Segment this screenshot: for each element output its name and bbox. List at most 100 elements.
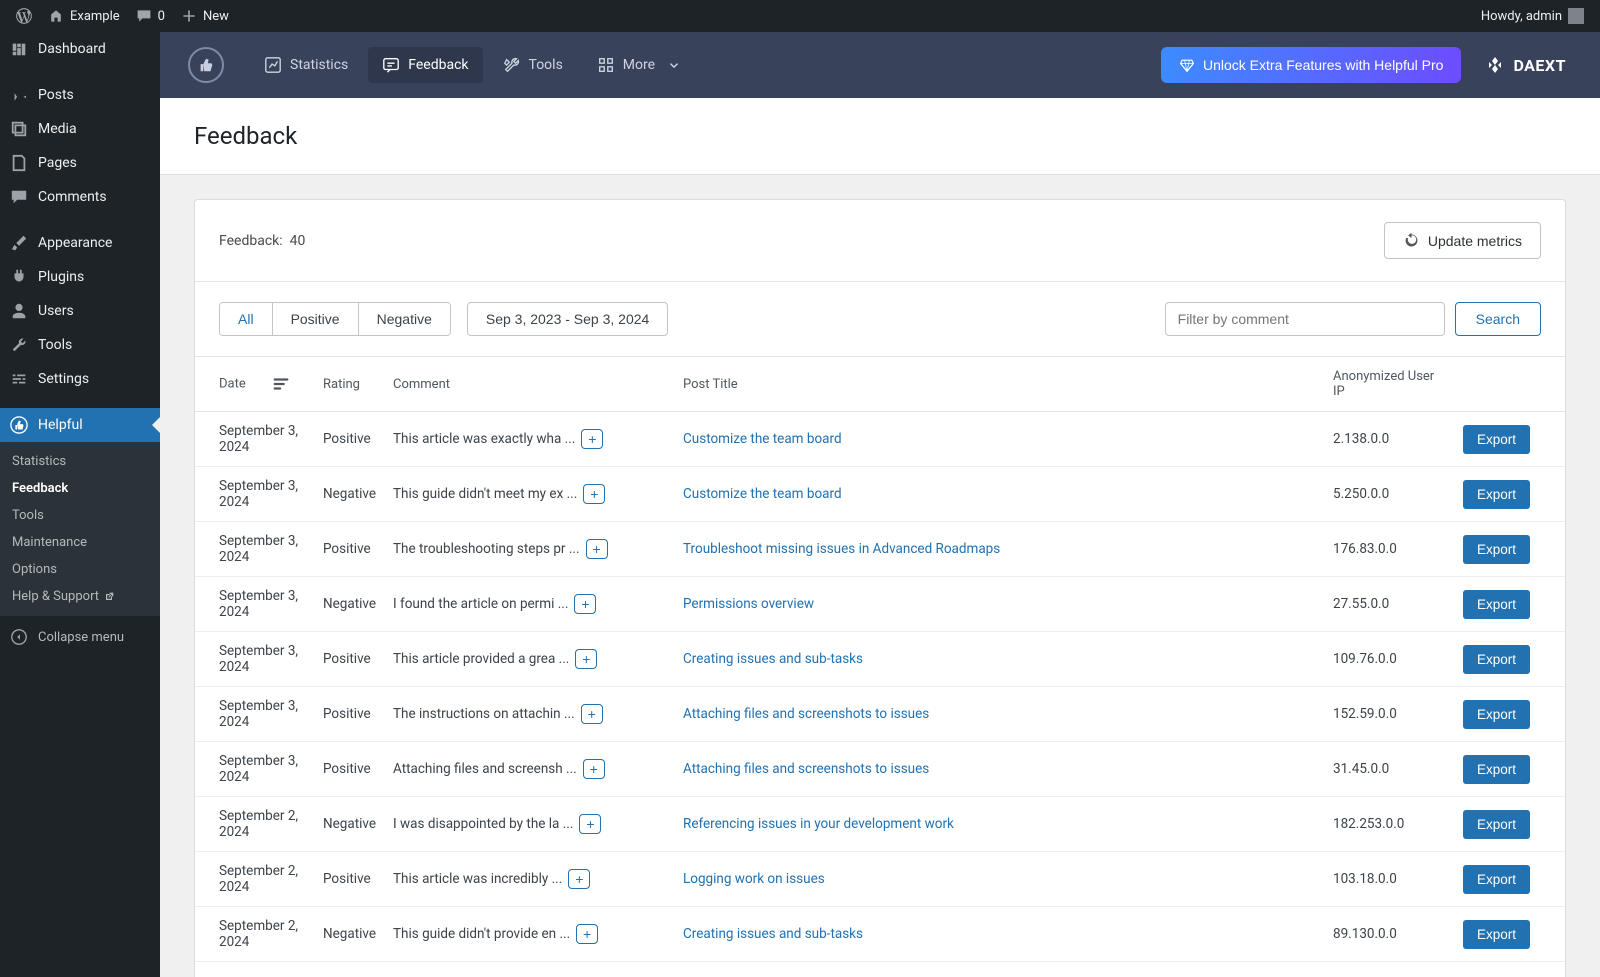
export-row-button[interactable]: Export bbox=[1463, 425, 1530, 454]
export-row-button[interactable]: Export bbox=[1463, 700, 1530, 729]
post-title-link[interactable]: Attaching files and screenshots to issue… bbox=[683, 761, 929, 777]
cell-ip: 109.76.0.0 bbox=[1325, 632, 1455, 687]
tools-icon bbox=[503, 56, 521, 74]
expand-comment-button[interactable]: + bbox=[586, 539, 608, 559]
nav-tools[interactable]: Tools bbox=[489, 47, 577, 83]
submenu-help-support[interactable]: Help & Support bbox=[0, 583, 160, 610]
expand-comment-button[interactable]: + bbox=[583, 759, 605, 779]
menu-settings[interactable]: Settings bbox=[0, 362, 160, 396]
menu-media-label: Media bbox=[38, 121, 77, 137]
date-range-button[interactable]: Sep 3, 2023 - Sep 3, 2024 bbox=[467, 302, 668, 336]
cell-actions: Export bbox=[1455, 687, 1565, 742]
unlock-pro-button[interactable]: Unlock Extra Features with Helpful Pro bbox=[1161, 47, 1461, 83]
post-title-link[interactable]: Creating issues and sub-tasks bbox=[683, 651, 863, 667]
post-title-link[interactable]: Creating issues and sub-tasks bbox=[683, 926, 863, 942]
cell-actions: Export bbox=[1455, 797, 1565, 852]
new-content-link[interactable]: New bbox=[173, 0, 237, 32]
search-button[interactable]: Search bbox=[1455, 302, 1541, 336]
export-row-button[interactable]: Export bbox=[1463, 645, 1530, 674]
menu-media[interactable]: Media bbox=[0, 112, 160, 146]
export-row-button[interactable]: Export bbox=[1463, 865, 1530, 894]
th-rating[interactable]: Rating bbox=[315, 357, 385, 412]
menu-users[interactable]: Users bbox=[0, 294, 160, 328]
home-icon bbox=[48, 8, 64, 24]
nav-statistics[interactable]: Statistics bbox=[250, 47, 362, 83]
cell-actions: Export bbox=[1455, 907, 1565, 962]
cell-date: September 3, 2024 bbox=[195, 522, 315, 577]
export-row-button[interactable]: Export bbox=[1463, 535, 1530, 564]
my-account-link[interactable]: Howdy, admin bbox=[1473, 0, 1592, 32]
menu-comments-label: Comments bbox=[38, 189, 107, 205]
collapse-menu[interactable]: Collapse menu bbox=[0, 620, 160, 654]
export-row-button[interactable]: Export bbox=[1463, 810, 1530, 839]
export-row-button[interactable]: Export bbox=[1463, 755, 1530, 784]
export-row-button[interactable]: Export bbox=[1463, 590, 1530, 619]
post-title-link[interactable]: Attaching files and screenshots to issue… bbox=[683, 706, 929, 722]
nav-more[interactable]: More bbox=[583, 47, 695, 83]
export-row-button[interactable]: Export bbox=[1463, 480, 1530, 509]
filter-by-comment-input[interactable] bbox=[1165, 302, 1445, 336]
menu-dashboard[interactable]: Dashboard bbox=[0, 32, 160, 66]
expand-comment-button[interactable]: + bbox=[583, 484, 605, 504]
comments-link[interactable]: 0 bbox=[128, 0, 173, 32]
submenu-maintenance[interactable]: Maintenance bbox=[0, 529, 160, 556]
feedback-table: Date Rating Comment Post Title Anonymize… bbox=[195, 356, 1565, 962]
menu-comments[interactable]: Comments bbox=[0, 180, 160, 214]
refresh-icon bbox=[1403, 232, 1420, 249]
submenu-feedback[interactable]: Feedback bbox=[0, 475, 160, 502]
menu-pages[interactable]: Pages bbox=[0, 146, 160, 180]
table-row: September 3, 2024 Positive This article … bbox=[195, 412, 1565, 467]
menu-users-label: Users bbox=[38, 303, 74, 319]
table-row: September 2, 2024 Negative This guide di… bbox=[195, 907, 1565, 962]
expand-comment-button[interactable]: + bbox=[581, 704, 603, 724]
submenu-statistics[interactable]: Statistics bbox=[0, 448, 160, 475]
cell-ip: 27.55.0.0 bbox=[1325, 577, 1455, 632]
th-post-title[interactable]: Post Title bbox=[675, 357, 1325, 412]
nav-tools-label: Tools bbox=[529, 57, 563, 73]
post-title-link[interactable]: Permissions overview bbox=[683, 596, 814, 612]
post-title-link[interactable]: Referencing issues in your development w… bbox=[683, 816, 954, 832]
cell-rating: Negative bbox=[315, 797, 385, 852]
table-row: September 2, 2024 Negative I was disappo… bbox=[195, 797, 1565, 852]
update-metrics-button[interactable]: Update metrics bbox=[1384, 222, 1541, 259]
post-title-link[interactable]: Logging work on issues bbox=[683, 871, 825, 887]
filter-positive-button[interactable]: Positive bbox=[273, 303, 359, 335]
expand-comment-button[interactable]: + bbox=[581, 429, 603, 449]
cell-post-title: Logging work on issues bbox=[675, 852, 1325, 907]
submenu-tools[interactable]: Tools bbox=[0, 502, 160, 529]
expand-comment-button[interactable]: + bbox=[579, 814, 601, 834]
expand-comment-button[interactable]: + bbox=[568, 869, 590, 889]
menu-helpful[interactable]: Helpful bbox=[0, 408, 160, 442]
post-title-link[interactable]: Troubleshoot missing issues in Advanced … bbox=[683, 541, 1000, 557]
site-name-link[interactable]: Example bbox=[40, 0, 128, 32]
menu-posts-label: Posts bbox=[38, 87, 74, 103]
menu-plugins[interactable]: Plugins bbox=[0, 260, 160, 294]
menu-pages-label: Pages bbox=[38, 155, 77, 171]
th-anon-ip[interactable]: Anonymized User IP bbox=[1325, 357, 1455, 412]
wp-logo[interactable] bbox=[8, 0, 40, 32]
post-title-link[interactable]: Customize the team board bbox=[683, 486, 842, 502]
table-row: September 3, 2024 Negative This guide di… bbox=[195, 467, 1565, 522]
nav-feedback[interactable]: Feedback bbox=[368, 47, 482, 83]
brand-daext[interactable]: DAEXT bbox=[1485, 55, 1566, 75]
howdy-text: Howdy, admin bbox=[1481, 9, 1562, 24]
cell-post-title: Creating issues and sub-tasks bbox=[675, 632, 1325, 687]
menu-posts[interactable]: Posts bbox=[0, 78, 160, 112]
post-title-link[interactable]: Customize the team board bbox=[683, 431, 842, 447]
expand-comment-button[interactable]: + bbox=[575, 649, 597, 669]
submenu-options[interactable]: Options bbox=[0, 556, 160, 583]
cell-date: September 3, 2024 bbox=[195, 577, 315, 632]
pin-icon bbox=[10, 86, 28, 104]
export-row-button[interactable]: Export bbox=[1463, 920, 1530, 949]
filter-negative-button[interactable]: Negative bbox=[359, 303, 450, 335]
cell-rating: Positive bbox=[315, 742, 385, 797]
th-comment[interactable]: Comment bbox=[385, 357, 675, 412]
menu-appearance[interactable]: Appearance bbox=[0, 226, 160, 260]
cell-post-title: Permissions overview bbox=[675, 577, 1325, 632]
expand-comment-button[interactable]: + bbox=[574, 594, 596, 614]
expand-comment-button[interactable]: + bbox=[576, 924, 598, 944]
filter-all-button[interactable]: All bbox=[220, 303, 273, 335]
th-date[interactable]: Date bbox=[195, 357, 315, 412]
menu-tools[interactable]: Tools bbox=[0, 328, 160, 362]
menu-appearance-label: Appearance bbox=[38, 235, 112, 251]
